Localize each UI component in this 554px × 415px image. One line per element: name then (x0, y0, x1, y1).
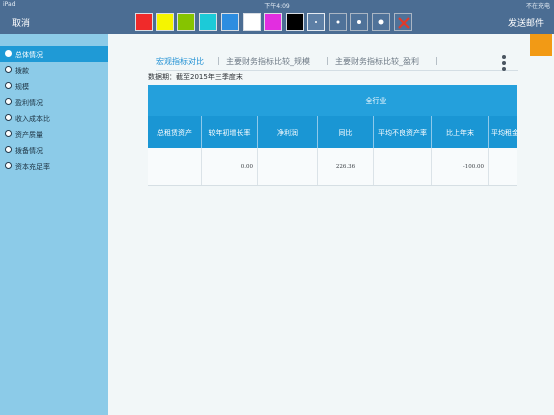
column-header: 平均租金 (489, 116, 517, 148)
column-header: 比上年末 (432, 116, 489, 148)
more-dot-icon (502, 55, 506, 59)
table-cell-value: -100.00 (462, 164, 484, 170)
table-cell (489, 148, 517, 185)
sidebar-item-label: 收入成本比 (15, 115, 50, 123)
table-cell: -100.00 (432, 148, 489, 185)
color-swatch-cyan[interactable] (199, 13, 217, 31)
sidebar-item-label: 资本充足率 (15, 163, 50, 171)
color-swatch-blue[interactable] (221, 13, 239, 31)
column-header: 净利润 (258, 116, 318, 148)
tab-financial-profit[interactable]: 主要财务指标比较_盈利 (335, 56, 419, 67)
tab-macro-comparison[interactable]: 宏观指标对比 (156, 56, 204, 67)
column-header: 较年初增长率 (202, 116, 258, 148)
column-header-label: 比上年末 (446, 129, 474, 137)
table-group-header: 全行业 (148, 85, 517, 116)
sidebar-item-label: 拨备情况 (15, 147, 43, 155)
color-swatch-yellow[interactable] (156, 13, 174, 31)
column-header-label: 净利润 (277, 129, 298, 137)
color-swatch-black[interactable] (286, 13, 304, 31)
orange-tag-button[interactable] (530, 34, 552, 56)
radio-icon (5, 50, 12, 57)
data-period: 数据期：截至2015年三季度末 (148, 72, 243, 82)
color-swatch-white[interactable] (243, 13, 261, 31)
sidebar-item-capital-adequacy[interactable]: 资本充足率 (0, 158, 108, 174)
send-email-button[interactable]: 发送邮件 (508, 16, 544, 29)
radio-icon (5, 146, 12, 153)
color-swatch-green[interactable] (177, 13, 195, 31)
drawing-toolbar: 取消 发送邮件 (0, 10, 554, 34)
industry-header: 全行业 (365, 97, 387, 105)
dot-small-icon (315, 21, 317, 23)
dot-medium-icon (336, 20, 340, 24)
status-time: 下午4:09 (264, 3, 290, 10)
sidebar: 总体情况 拨款 规模 盈利情况 收入成本比 资产质量 拨备情况 资本充足率 (0, 34, 108, 415)
close-icon (398, 17, 410, 29)
color-swatch-magenta[interactable] (264, 13, 282, 31)
sidebar-item-cost-income[interactable]: 收入成本比 (0, 110, 108, 126)
tab-financial-scale[interactable]: 主要财务指标比较_规模 (226, 56, 310, 67)
brush-size-large-button[interactable] (350, 13, 368, 31)
table-cell: 226.36 (318, 148, 374, 185)
column-header: 总租赁资产 (148, 116, 202, 148)
table-row: 0.00 226.36 -100.00 (148, 148, 517, 186)
radio-icon (5, 130, 12, 137)
radio-icon (5, 98, 12, 105)
more-dot-icon (502, 67, 506, 71)
sidebar-item-profit[interactable]: 盈利情况 (0, 94, 108, 110)
color-swatch-red[interactable] (135, 13, 153, 31)
radio-icon (5, 114, 12, 121)
tab-divider: | (217, 56, 220, 65)
cancel-button[interactable]: 取消 (12, 16, 30, 29)
tab-divider: | (326, 56, 329, 65)
data-period-value: 截至2015年三季度末 (176, 73, 243, 81)
column-header-label: 较年初增长率 (208, 129, 251, 137)
column-header: 同比 (318, 116, 374, 148)
sidebar-item-label: 资产质量 (15, 131, 43, 139)
table-cell-value: 0.00 (240, 164, 253, 170)
more-options-button[interactable] (501, 54, 509, 72)
column-header-label: 平均租金 (491, 129, 517, 137)
column-header-label: 总租赁资产 (157, 129, 192, 137)
table-cell (148, 148, 202, 185)
sidebar-item-asset-quality[interactable]: 资产质量 (0, 126, 108, 142)
radio-icon (5, 66, 12, 73)
table-header: 总租赁资产 较年初增长率 净利润 同比 平均不良资产率 比上年末 平均租金 (148, 116, 517, 148)
sidebar-item-scale[interactable]: 规模 (0, 78, 108, 94)
radio-icon (5, 162, 12, 169)
column-header: 平均不良资产率 (374, 116, 432, 148)
tab-divider-line (156, 70, 518, 71)
column-header-label: 平均不良资产率 (378, 129, 427, 137)
sidebar-item-label: 拨款 (15, 67, 29, 75)
brush-size-medium-button[interactable] (329, 13, 347, 31)
sidebar-item-funding[interactable]: 拨款 (0, 62, 108, 78)
battery-status: 不在充电 (525, 3, 550, 10)
data-period-label: 数据期： (148, 73, 176, 81)
dot-large-icon (357, 20, 361, 24)
tab-divider: | (435, 56, 438, 65)
table-cell: 0.00 (202, 148, 258, 185)
table-cell (374, 148, 432, 185)
column-header-label: 同比 (338, 129, 353, 137)
more-dot-icon (502, 61, 506, 65)
brush-size-xlarge-button[interactable] (372, 13, 390, 31)
brush-size-small-button[interactable] (307, 13, 325, 31)
sidebar-item-label: 总体情况 (15, 51, 43, 59)
table-cell-value: 226.36 (335, 164, 356, 170)
sidebar-item-overview[interactable]: 总体情况 (0, 46, 108, 62)
sidebar-item-label: 盈利情况 (15, 99, 43, 107)
sidebar-item-label: 规模 (15, 83, 29, 91)
dot-xlarge-icon (378, 19, 384, 25)
table-cell (258, 148, 318, 185)
radio-icon (5, 82, 12, 89)
status-bar: iPad 下午4:09 不在充电 (0, 0, 554, 10)
sidebar-item-provision[interactable]: 拨备情况 (0, 142, 108, 158)
clear-drawing-button[interactable] (394, 13, 412, 31)
